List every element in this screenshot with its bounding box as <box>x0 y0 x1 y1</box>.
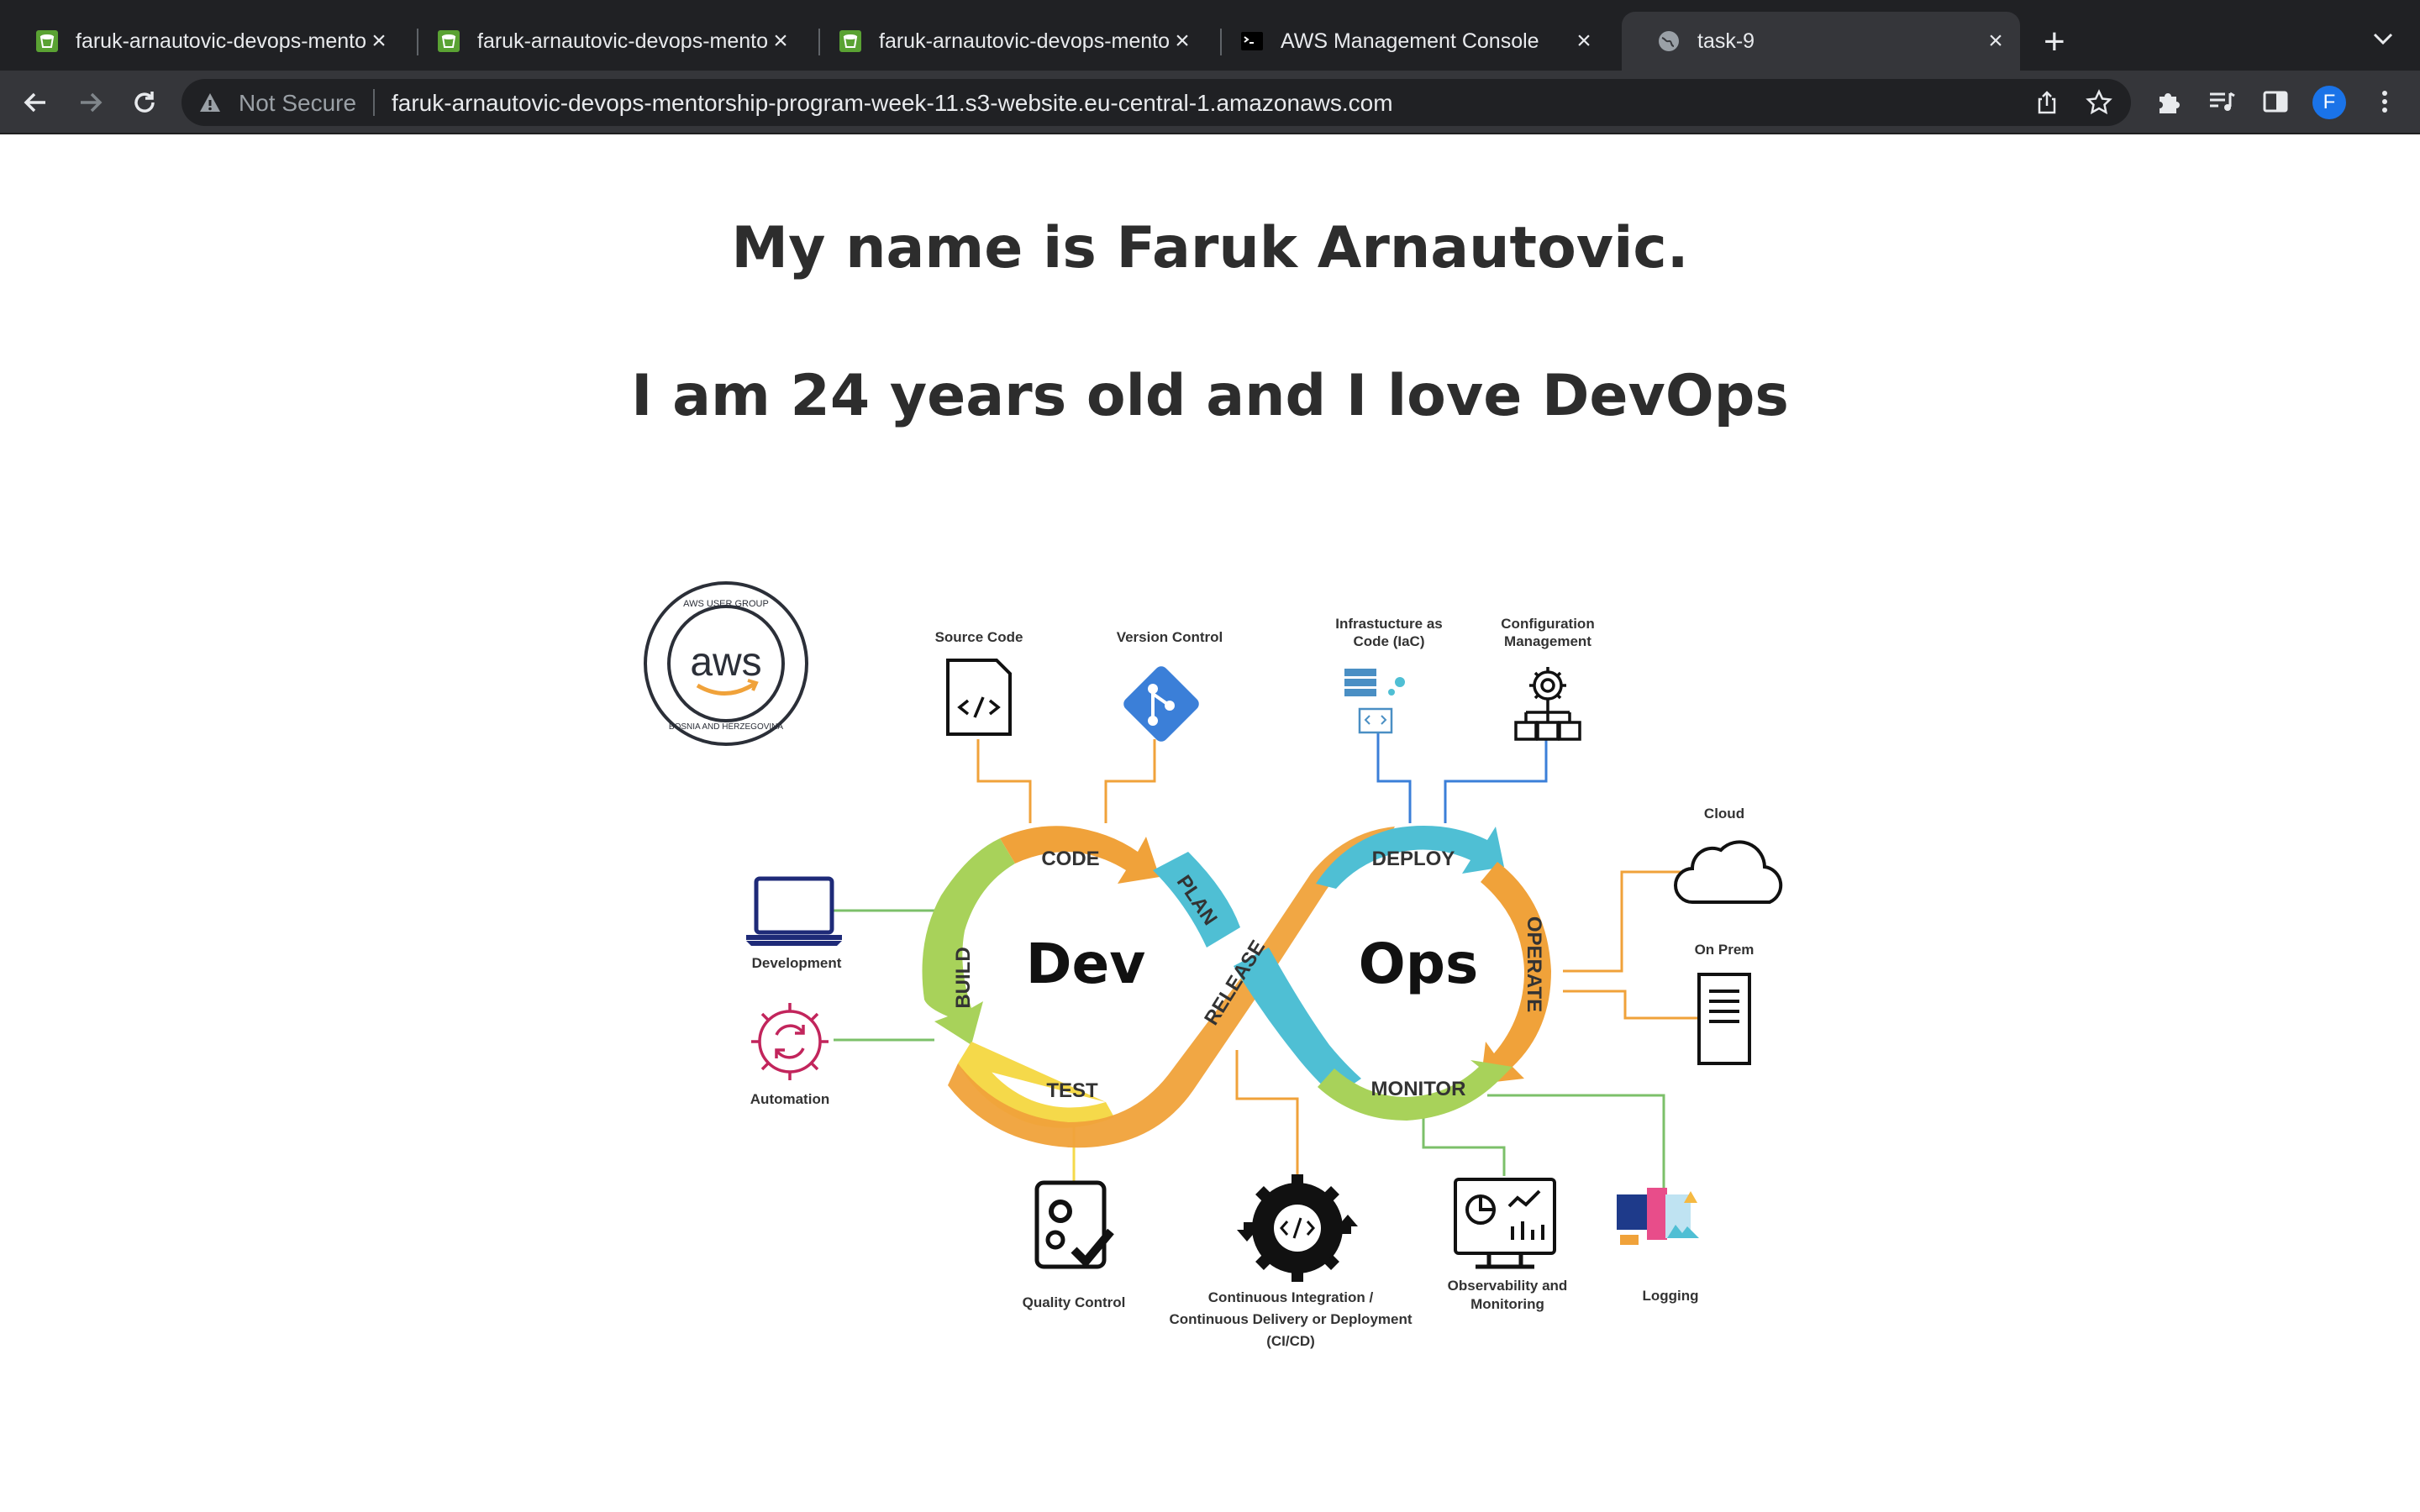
page-title: My name is Faruk Arnautovic. <box>731 215 1689 281</box>
label-observ-line1: Observability and <box>1448 1278 1568 1294</box>
label-cicd-line3: (CI/CD) <box>1266 1333 1315 1349</box>
browser-tab[interactable]: AWS Management Console × <box>1205 12 1608 71</box>
label-version-control: Version Control <box>1117 629 1223 645</box>
chevron-down-icon[interactable] <box>2371 30 2395 47</box>
aws-user-group-logo: aws AWS USER GROUP BOSNIA AND HERZEGOVIN… <box>644 581 808 746</box>
build-segment <box>922 838 1015 1045</box>
stage-deploy: DEPLOY <box>1372 848 1455 870</box>
label-iac-line1: Infrastucture as <box>1335 616 1443 632</box>
tab-title: faruk-arnautovic-devops-mentorship-progr… <box>477 29 767 53</box>
tab-strip: faruk-arnautovic-devops-mentorship-progr… <box>0 0 2420 71</box>
server-icon <box>1697 973 1751 1065</box>
s3-bucket-icon <box>438 30 460 52</box>
extensions-icon[interactable] <box>2153 87 2183 117</box>
label-config-line2: Management <box>1504 633 1591 649</box>
browser-toolbar: Not Secure faruk-arnautovic-devops-mento… <box>0 71 2420 134</box>
stage-operate: OPERATE <box>1523 916 1545 1012</box>
center-ops: Ops <box>1359 932 1479 996</box>
globe-icon <box>1659 31 1679 51</box>
browser-tab[interactable]: faruk-arnautovic-devops-mentorship-progr… <box>0 12 403 71</box>
label-quality-control: Quality Control <box>1023 1294 1126 1310</box>
label-on-prem: On Prem <box>1695 942 1754 958</box>
label-cloud: Cloud <box>1704 806 1744 822</box>
s3-bucket-icon <box>36 30 58 52</box>
logo-ring-bottom: BOSNIA AND HERZEGOVINA <box>669 722 783 732</box>
source-code-icon <box>946 659 1012 736</box>
page-subtitle: I am 24 years old and I love DevOps <box>631 363 1789 429</box>
browser-tab[interactable]: faruk-arnautovic-devops-mentorship-progr… <box>803 12 1207 71</box>
profile-avatar[interactable]: F <box>2312 86 2346 119</box>
kebab-menu-icon[interactable] <box>2370 87 2400 117</box>
laptop-icon <box>746 876 842 946</box>
tab-title: AWS Management Console <box>1281 29 1539 53</box>
label-config-line1: Configuration <box>1501 616 1594 632</box>
star-icon[interactable] <box>2086 89 2112 116</box>
close-icon[interactable]: × <box>1571 29 1597 54</box>
address-bar[interactable]: Not Secure faruk-arnautovic-devops-mento… <box>182 79 2131 126</box>
browser-tab[interactable]: faruk-arnautovic-devops-mentorship-progr… <box>402 12 805 71</box>
browser-tab-active[interactable]: task-9 × <box>1622 12 2020 71</box>
stage-code: CODE <box>1041 848 1099 870</box>
cicd-gear-icon <box>1237 1174 1358 1282</box>
label-development: Development <box>752 955 842 971</box>
tab-title: task-9 <box>1697 29 1755 53</box>
new-tab-button[interactable]: + <box>2044 24 2065 60</box>
stage-monitor: MONITOR <box>1371 1078 1466 1100</box>
security-status[interactable]: Not Secure <box>239 90 356 117</box>
terminal-icon <box>1241 32 1263 50</box>
back-arrow-icon[interactable] <box>20 87 50 118</box>
close-icon[interactable]: × <box>1983 29 2008 54</box>
aws-logo-text: aws <box>690 640 761 685</box>
observability-monitor-icon <box>1454 1178 1556 1269</box>
logo-ring-top: AWS USER GROUP <box>683 599 769 609</box>
version-control-icon <box>1123 666 1199 742</box>
center-dev: Dev <box>1026 932 1146 996</box>
label-automation: Automation <box>750 1091 829 1107</box>
stage-test: TEST <box>1046 1079 1098 1102</box>
close-icon[interactable]: × <box>1170 29 1195 54</box>
s3-bucket-icon <box>839 30 861 52</box>
url-text[interactable]: faruk-arnautovic-devops-mentorship-progr… <box>392 90 1393 117</box>
forward-arrow-icon[interactable] <box>76 87 106 118</box>
share-icon[interactable] <box>2033 89 2060 116</box>
label-observ-line2: Monitoring <box>1470 1296 1544 1312</box>
label-cicd-line2: Continuous Delivery or Deployment <box>1169 1311 1412 1327</box>
close-icon[interactable]: × <box>366 29 392 54</box>
logging-icon <box>1617 1188 1699 1245</box>
close-icon[interactable]: × <box>768 29 793 54</box>
media-controls-icon[interactable] <box>2207 87 2237 117</box>
label-cicd-line1: Continuous Integration / <box>1208 1289 1374 1305</box>
side-panel-icon[interactable] <box>2260 87 2291 117</box>
label-logging: Logging <box>1642 1288 1698 1304</box>
tab-title: faruk-arnautovic-devops-mentorship-progr… <box>76 29 366 53</box>
tab-title: faruk-arnautovic-devops-mentorship-progr… <box>879 29 1169 53</box>
label-iac-line2: Code (IaC) <box>1354 633 1425 649</box>
quality-control-icon <box>1034 1180 1114 1269</box>
label-source-code: Source Code <box>935 629 1023 645</box>
reload-icon[interactable] <box>129 87 160 118</box>
infrastructure-as-code-icon <box>1344 669 1405 734</box>
devops-infographic: aws AWS USER GROUP BOSNIA AND HERZEGOVIN… <box>644 581 1783 1349</box>
divider <box>373 89 375 116</box>
cloud-icon <box>1674 840 1783 904</box>
warning-icon[interactable] <box>198 91 222 114</box>
stage-build: BUILD <box>952 947 975 1008</box>
automation-icon <box>751 1003 829 1080</box>
configuration-management-icon <box>1514 667 1581 741</box>
